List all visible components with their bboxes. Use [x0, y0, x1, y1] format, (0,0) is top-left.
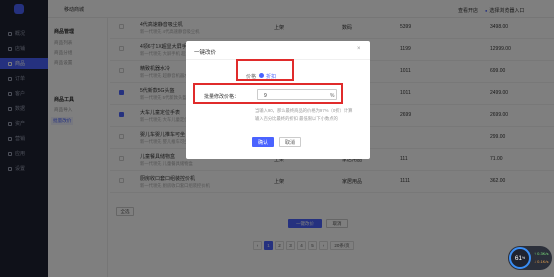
- discount-hint: 当输入90，那么最终商品的价格为97%（0折）计算: [255, 108, 353, 113]
- network-speed-widget[interactable]: 61% ↑ 0.3K/s ↓ 0.1K/s: [508, 246, 552, 270]
- discount-radio[interactable]: [259, 73, 264, 78]
- upload-speed-value: 0.3K/s: [537, 251, 549, 256]
- discount-field-label: 批量修改价格：: [204, 94, 240, 100]
- upload-speed: ↑ 0.3K/s: [534, 251, 549, 256]
- price-type-label: 价格: [246, 74, 257, 80]
- download-speed: ↓ 0.1K/s: [534, 259, 549, 264]
- discount-radio-label[interactable]: 折扣: [266, 73, 276, 80]
- discount-hint: 输入百分比最终的折扣 最低限以下小数点的: [255, 116, 338, 121]
- modal-cancel-button[interactable]: 取消: [279, 137, 301, 147]
- cpu-percent: 61: [514, 254, 523, 262]
- cpu-percent-ring: 61%: [509, 247, 531, 269]
- batch-price-modal: 一键改价 × 价格 折扣 批量修改价格： 9 % 当输入90，那么最终商品的价格…: [186, 41, 370, 159]
- discount-field-highlight: 批量修改价格： 9 %: [193, 83, 343, 104]
- discount-input-value: 9: [264, 93, 267, 99]
- download-speed-value: 0.1K/s: [537, 259, 549, 264]
- confirm-button[interactable]: 确认: [252, 137, 274, 147]
- percent-unit: %: [330, 93, 335, 99]
- price-type-highlight: 价格 折扣: [236, 59, 294, 81]
- close-icon[interactable]: ×: [357, 46, 361, 52]
- discount-input[interactable]: 9 %: [257, 89, 337, 100]
- modal-title: 一键改价: [194, 50, 217, 56]
